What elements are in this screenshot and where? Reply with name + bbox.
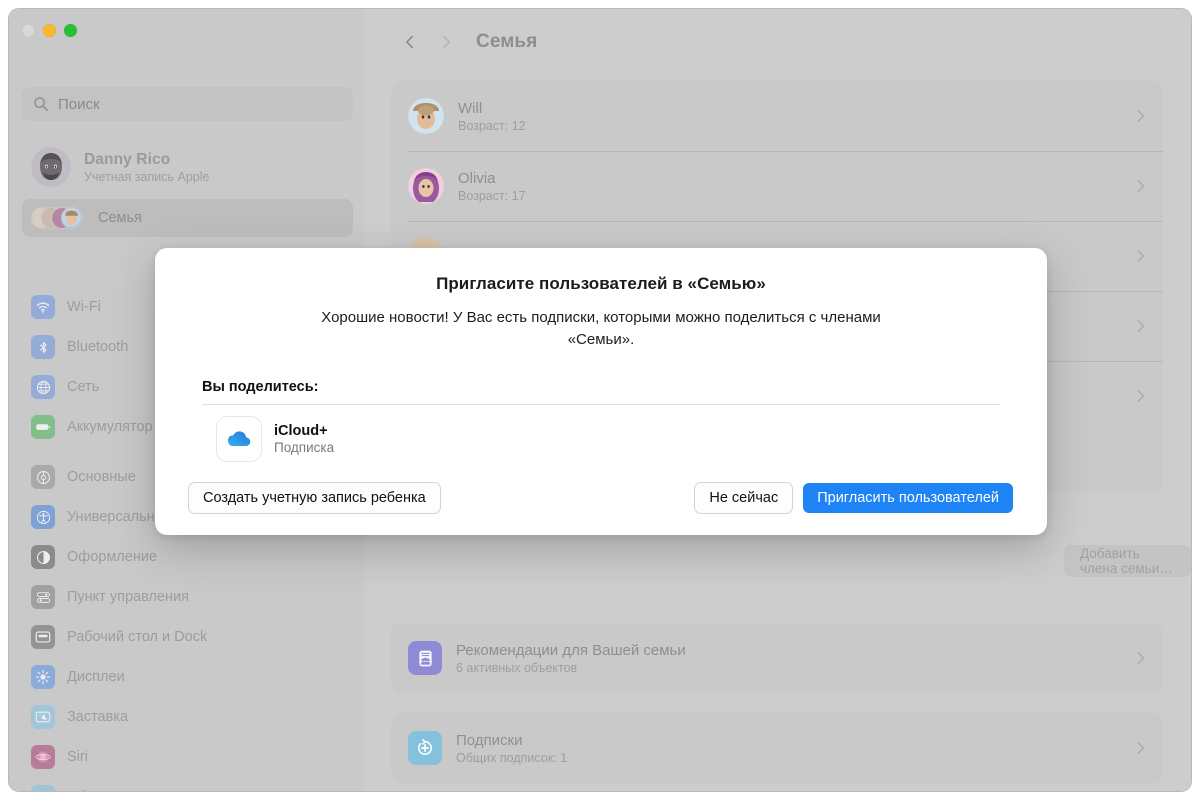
recommendations-card: Рекомендации для Вашей семьи 6 активных … — [391, 623, 1163, 693]
desktop-dock-icon — [31, 625, 55, 649]
add-family-member-button[interactable]: Добавить члена семьи… — [1064, 545, 1191, 577]
display-icon — [31, 665, 55, 689]
table-row[interactable]: Will Возраст: 12 — [391, 81, 1163, 151]
search-placeholder: Поиск — [58, 95, 100, 113]
share-item-name: iCloud+ — [274, 422, 328, 439]
invite-users-button[interactable]: Пригласить пользователей — [803, 482, 1013, 513]
wifi-icon — [31, 295, 55, 319]
row-subtitle: 6 активных объектов — [456, 660, 578, 675]
member-detail: Возраст: 17 — [458, 188, 526, 203]
sidebar-item-7[interactable]: Оформление — [22, 537, 353, 577]
sidebar-item-family-label: Семья — [98, 210, 142, 226]
screen: Поиск Danny Rico Учетная запись Apple Се… — [0, 0, 1200, 800]
accessibility-icon — [31, 505, 55, 529]
avatar — [31, 147, 71, 187]
not-now-button[interactable]: Не сейчас — [695, 482, 793, 513]
sidebar-item-label: Оформление — [67, 549, 158, 565]
table-row[interactable]: Рекомендации для Вашей семьи 6 активных … — [391, 623, 1163, 693]
family-avatars — [31, 205, 87, 231]
dialog-title: Пригласите пользователей в «Семью» — [436, 274, 766, 293]
chevron-right-icon — [1135, 106, 1147, 126]
control-center-icon — [31, 585, 55, 609]
sidebar-item-11[interactable]: Заставка — [22, 697, 353, 737]
row-subtitle: Общих подписок: 1 — [456, 750, 568, 765]
member-name: Olivia — [458, 169, 496, 187]
search-input[interactable]: Поиск — [22, 87, 353, 121]
sidebar-item-label: Bluetooth — [67, 339, 129, 355]
icloud-icon — [217, 416, 261, 461]
screensaver-icon — [31, 705, 55, 729]
dialog-message: Хорошие новости! У Вас есть подписки, ко… — [321, 309, 881, 348]
chevron-right-icon — [1135, 316, 1147, 336]
window-traffic-lights — [22, 24, 77, 37]
zoom-button[interactable] — [64, 24, 77, 37]
sidebar-item-8[interactable]: Пункт управления — [22, 577, 353, 617]
sidebar-item-label: Заставка — [67, 709, 129, 725]
chevron-right-icon — [1135, 246, 1147, 266]
sidebar-item-label: Пункт управления — [67, 589, 189, 605]
chevron-right-icon — [1135, 738, 1147, 758]
member-detail: Возраст: 12 — [458, 118, 526, 133]
sidebar-item-family[interactable]: Семья — [22, 199, 353, 237]
row-text: Рекомендации для Вашей семьи 6 активных … — [456, 642, 1121, 675]
create-child-account-button[interactable]: Создать учетную запись ребенка — [189, 482, 440, 513]
sidebar-account-row[interactable]: Danny Rico Учетная запись Apple — [22, 141, 353, 193]
avatar — [408, 98, 444, 134]
sidebar-item-label: Рабочий стол и Dock — [67, 629, 208, 645]
toolbar: Семья — [364, 9, 1191, 75]
siri-icon — [31, 745, 55, 769]
sidebar-item-12[interactable]: Siri — [22, 737, 353, 777]
bluetooth-icon — [31, 335, 55, 359]
sidebar-item-label: Сеть — [67, 379, 100, 395]
family-recommendations-icon — [408, 641, 442, 675]
sidebar-item-10[interactable]: Дисплеи — [22, 657, 353, 697]
chevron-right-icon — [442, 35, 450, 49]
sidebar-item-label: Wi-Fi — [67, 299, 101, 315]
sidebar-item-13[interactable]: Обои — [22, 777, 353, 791]
row-text: Подписки Общих подписок: 1 — [456, 732, 1121, 765]
appearance-icon — [31, 545, 55, 569]
table-row[interactable]: Olivia Возраст: 17 — [391, 151, 1163, 221]
search-icon — [33, 96, 49, 112]
subscriptions-card: Подписки Общих подписок: 1 — [391, 713, 1163, 783]
share-item-subtitle: Подписка — [274, 439, 335, 455]
sidebar-item-9[interactable]: Рабочий стол и Dock — [22, 617, 353, 657]
account-subtitle: Учетная запись Apple — [84, 169, 210, 184]
row-title: Подписки — [456, 731, 523, 749]
account-text: Danny Rico Учетная запись Apple — [84, 151, 209, 184]
globe-icon — [31, 375, 55, 399]
chevron-left-icon — [406, 35, 414, 49]
sidebar-item-label: Обои — [67, 789, 103, 791]
page-title: Семья — [476, 31, 538, 52]
sidebar-item-label: Дисплеи — [67, 669, 125, 685]
invite-users-dialog: Пригласите пользователей в «Семью» Хорош… — [155, 248, 1047, 535]
share-item-icloud: iCloud+ Подписка — [217, 416, 1013, 461]
close-button[interactable] — [22, 24, 35, 37]
chevron-right-icon — [1135, 176, 1147, 196]
row-text: Olivia Возраст: 17 — [458, 170, 1121, 203]
chevron-right-icon — [1135, 648, 1147, 668]
divider — [202, 403, 1000, 405]
battery-icon — [31, 415, 55, 439]
account-name: Danny Rico — [84, 150, 171, 168]
row-text: Will Возраст: 12 — [458, 100, 1121, 133]
chevron-right-icon — [1135, 386, 1147, 406]
member-name: Will — [458, 99, 483, 117]
back-button[interactable] — [392, 27, 428, 57]
minimize-button[interactable] — [43, 24, 56, 37]
share-item-text: iCloud+ Подписка — [274, 423, 334, 455]
forward-button[interactable] — [428, 27, 464, 57]
share-heading: Вы поделитесь: — [202, 378, 319, 395]
subscriptions-icon — [408, 731, 442, 765]
family-avatar-4 — [61, 207, 83, 229]
wallpaper-icon — [31, 785, 55, 791]
sidebar-item-label: Основные — [67, 469, 136, 485]
avatar — [408, 168, 444, 204]
row-title: Рекомендации для Вашей семьи — [456, 641, 686, 659]
sidebar-item-label: Siri — [67, 749, 88, 765]
dialog-button-bar: Создать учетную запись ребенка Не сейчас… — [189, 482, 1013, 513]
gear-icon — [31, 465, 55, 489]
sidebar-item-label: Аккумулятор — [67, 419, 153, 435]
table-row[interactable]: Подписки Общих подписок: 1 — [391, 713, 1163, 783]
